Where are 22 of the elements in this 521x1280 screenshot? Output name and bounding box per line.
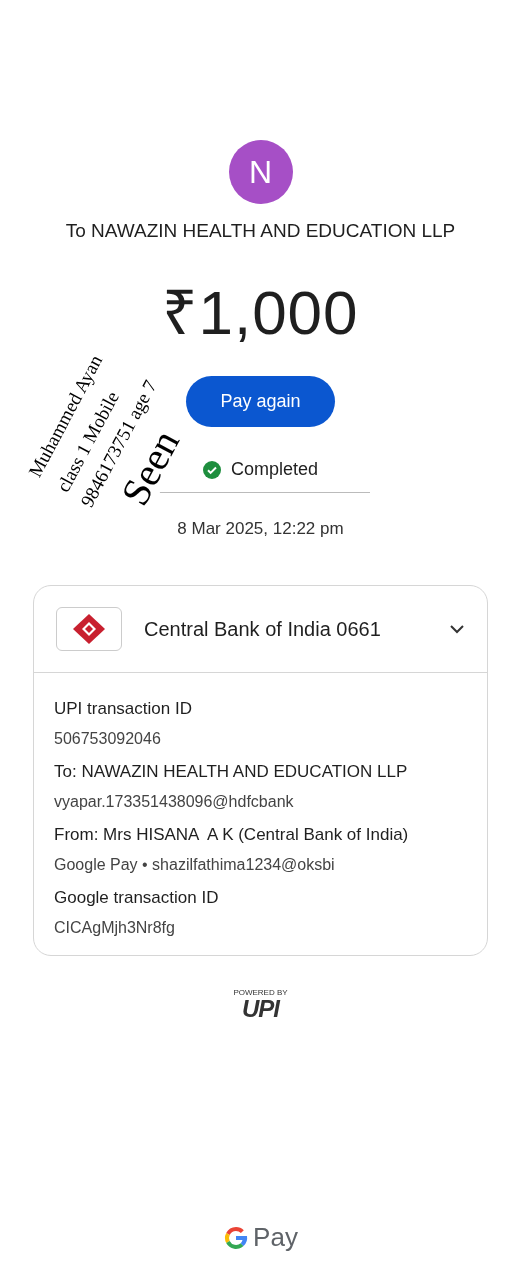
amount: ₹1,000 xyxy=(162,277,359,349)
detail-value: 506753092046 xyxy=(54,730,162,748)
chevron-icon[interactable] xyxy=(449,624,465,634)
brand-name: Pay xyxy=(253,1222,298,1253)
avatar: N xyxy=(228,140,293,204)
detail-value: CICAgMjh3Nr8fg xyxy=(54,919,176,937)
detail-label: To: NAWAZIN HEALTH AND EDUCATION LLP xyxy=(54,762,409,782)
upi-logo: UPI xyxy=(242,997,279,1021)
bank-logo-icon xyxy=(56,607,122,651)
payee-title: To NAWAZIN HEALTH AND EDUCATION LLP xyxy=(65,220,456,242)
pay-again-button[interactable]: Pay again xyxy=(186,376,335,427)
status-label: Completed xyxy=(230,459,318,480)
powered-by-caption: POWERED BY xyxy=(233,988,288,997)
detail-value: vyapar.173351438096@hdfcbank xyxy=(54,793,295,811)
detail-label: From: Mrs HISANA A K (Central Bank of India) xyxy=(54,825,410,845)
detail-label: UPI transaction ID xyxy=(54,699,193,719)
bank-account: Central Bank of India 0661 xyxy=(144,617,382,641)
date-time: 8 Mar 2025, 12:22 pm xyxy=(177,519,344,539)
check-circle-icon xyxy=(202,460,221,479)
detail-value: Google Pay • shazilfathima1234@oksbi xyxy=(54,856,336,874)
google-g-icon xyxy=(223,1224,250,1251)
detail-label: Google transaction ID xyxy=(54,888,220,908)
